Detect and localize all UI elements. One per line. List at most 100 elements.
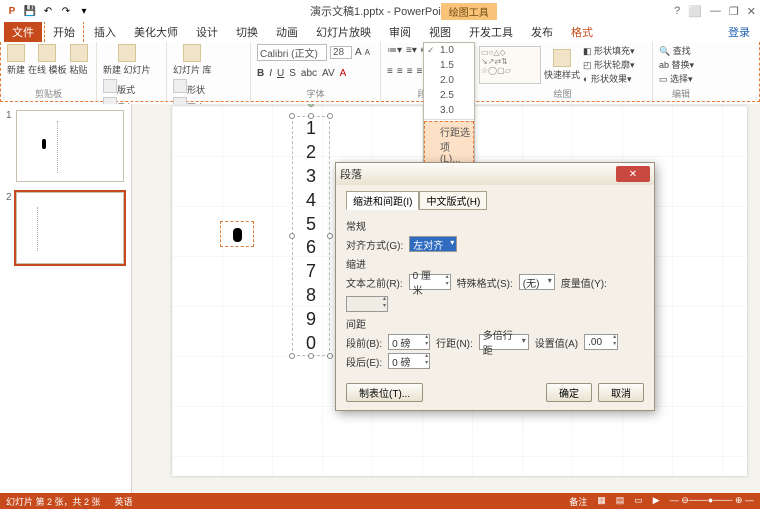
shape-effects-button[interactable]: ◐ 形状效果▾	[583, 72, 635, 85]
underline-button[interactable]: U	[277, 68, 284, 79]
shape-outline-button[interactable]: ◰ 形状轮廓▾	[583, 58, 635, 71]
qat-more-icon[interactable]: ▾	[76, 3, 92, 19]
resize-handle[interactable]	[327, 233, 333, 239]
justify-icon[interactable]: ≡	[417, 66, 423, 77]
shapes-gallery[interactable]: ▭○△◇↘↗⇄⇅☆◯▢▱	[479, 46, 541, 84]
before-text-spinner[interactable]: 0 厘米	[409, 274, 451, 290]
line-spacing-combo[interactable]: 多倍行距	[479, 334, 529, 350]
window-title: 演示文稿1.pptx - PowerPoint	[310, 3, 450, 19]
slide-thumbnail[interactable]	[16, 110, 124, 182]
tab-beautify[interactable]: 美化大师	[126, 22, 186, 42]
space-after-spinner[interactable]: 0 磅	[388, 353, 430, 369]
minimize-button[interactable]: —	[710, 5, 721, 18]
language-indicator[interactable]: 英语	[115, 495, 133, 508]
tab-transitions[interactable]: 切换	[228, 22, 266, 42]
line-spacing-option[interactable]: 1.5	[424, 58, 474, 73]
tab-slideshow[interactable]: 幻灯片放映	[308, 22, 379, 42]
slide-library-button[interactable]: 幻灯片 库	[173, 44, 212, 76]
tab-home[interactable]: 开始	[44, 21, 84, 42]
dialog-close-button[interactable]: ✕	[616, 166, 650, 182]
align-center-icon[interactable]: ≡	[397, 66, 403, 77]
shrink-font-icon[interactable]: A	[365, 48, 370, 57]
tab-animations[interactable]: 动画	[268, 22, 306, 42]
view-slideshow-icon[interactable]: ▶	[653, 495, 660, 508]
font-name-combo[interactable]: Calibri (正文)	[257, 44, 327, 61]
online-template-button[interactable]: 在线 模板	[28, 44, 67, 76]
undo-icon[interactable]: ↶	[40, 3, 56, 19]
shape-fill-button[interactable]: ◧ 形状填充▾	[583, 44, 635, 57]
space-after-label: 段后(E):	[346, 354, 382, 369]
view-normal-icon[interactable]: ▦	[597, 495, 606, 508]
new-slide-button[interactable]: 新建	[7, 44, 25, 76]
tab-file[interactable]: 文件	[4, 22, 42, 42]
resize-handle[interactable]	[327, 113, 333, 119]
set-at-spinner[interactable]: .00	[584, 334, 618, 350]
quick-styles-button[interactable]: 快速样式	[544, 49, 580, 81]
tab-format[interactable]: 格式	[563, 22, 601, 42]
selected-shape[interactable]	[220, 221, 254, 247]
close-button[interactable]: ✕	[747, 5, 756, 18]
shadow-button[interactable]: abc	[301, 68, 317, 79]
strike-button[interactable]: S	[289, 68, 296, 79]
resize-handle[interactable]	[289, 353, 295, 359]
sign-in-link[interactable]: 登录	[718, 22, 760, 42]
resize-handle[interactable]	[327, 353, 333, 359]
resize-handle[interactable]	[308, 353, 314, 359]
line-spacing-option[interactable]: 2.0	[424, 73, 474, 88]
bold-button[interactable]: B	[257, 68, 264, 79]
font-size-combo[interactable]: 28	[330, 46, 352, 59]
notes-toggle[interactable]: 备注	[569, 495, 587, 508]
text-box[interactable]: 1 2 3 4 5 6 7 8 9 0	[292, 116, 330, 356]
line-spacing-option[interactable]: 1.0	[424, 43, 474, 58]
tab-design[interactable]: 设计	[188, 22, 226, 42]
line-spacing-option[interactable]: 2.5	[424, 88, 474, 103]
ribbon-tabs: 文件 开始 插入 美化大师 设计 切换 动画 幻灯片放映 审阅 视图 开发工具 …	[0, 22, 760, 42]
slide-thumbnail[interactable]	[16, 192, 124, 264]
paste-button[interactable]: 粘贴	[70, 44, 88, 76]
view-reading-icon[interactable]: ▭	[634, 495, 643, 508]
ribbon-collapse-icon[interactable]: ⬜	[688, 5, 702, 18]
tab-review[interactable]: 审阅	[381, 22, 419, 42]
resize-handle[interactable]	[289, 113, 295, 119]
layout-button[interactable]: 版式	[103, 79, 135, 96]
alignment-combo[interactable]: 左对齐	[409, 236, 457, 252]
ok-button[interactable]: 确定	[546, 383, 592, 402]
cancel-button[interactable]: 取消	[598, 383, 644, 402]
tab-developer[interactable]: 开发工具	[461, 22, 521, 42]
replace-button[interactable]: ab 替换▾	[659, 58, 694, 71]
select-button[interactable]: ▭ 选择▾	[659, 72, 693, 85]
grow-font-icon[interactable]: A	[355, 47, 362, 58]
rotate-handle[interactable]	[308, 104, 314, 107]
help-icon[interactable]: ?	[674, 5, 680, 18]
align-left-icon[interactable]: ≡	[387, 66, 393, 77]
resize-handle[interactable]	[308, 113, 314, 119]
contextual-tab-label: 绘图工具	[441, 3, 497, 20]
maximize-button[interactable]: ❐	[729, 5, 739, 18]
new-slide-fly-button[interactable]: 新建 幻灯片	[103, 44, 151, 76]
align-right-icon[interactable]: ≡	[407, 66, 413, 77]
view-sorter-icon[interactable]: ▤	[616, 495, 625, 508]
resize-handle[interactable]	[289, 233, 295, 239]
bullets-icon[interactable]: ≔▾	[387, 45, 402, 56]
save-icon[interactable]: 💾	[22, 3, 38, 19]
char-spacing-icon[interactable]: AV	[322, 68, 335, 79]
ribbon: 新建 在线 模板 粘贴 剪贴板 新建 幻灯片 版式 重复 幻灯片 幻灯片 库 形…	[0, 42, 760, 102]
numbering-icon[interactable]: ≡▾	[406, 45, 417, 56]
dialog-tab-indent[interactable]: 缩进和间距(I)	[346, 191, 419, 210]
tab-view[interactable]: 视图	[421, 22, 459, 42]
special-combo[interactable]: (无)	[519, 274, 555, 290]
redo-icon[interactable]: ↷	[58, 3, 74, 19]
dialog-titlebar[interactable]: 段落 ✕	[336, 163, 654, 185]
space-before-spinner[interactable]: 0 磅	[388, 334, 430, 350]
find-button[interactable]: 🔍 查找	[659, 44, 691, 57]
tab-publish[interactable]: 发布	[523, 22, 561, 42]
line-spacing-option[interactable]: 3.0	[424, 103, 474, 118]
tab-insert[interactable]: 插入	[86, 22, 124, 42]
font-color-icon[interactable]: A	[340, 68, 347, 79]
tabstops-button[interactable]: 制表位(T)...	[346, 383, 423, 402]
shape-button[interactable]: 形状	[173, 79, 205, 96]
line-spacing-options-menuitem[interactable]: 行距选项(L)...	[424, 121, 474, 168]
zoom-slider[interactable]: — ⊖───●─── ⊕ —	[670, 495, 754, 508]
italic-button[interactable]: I	[269, 68, 272, 79]
dialog-tab-asian[interactable]: 中文版式(H)	[419, 191, 487, 210]
